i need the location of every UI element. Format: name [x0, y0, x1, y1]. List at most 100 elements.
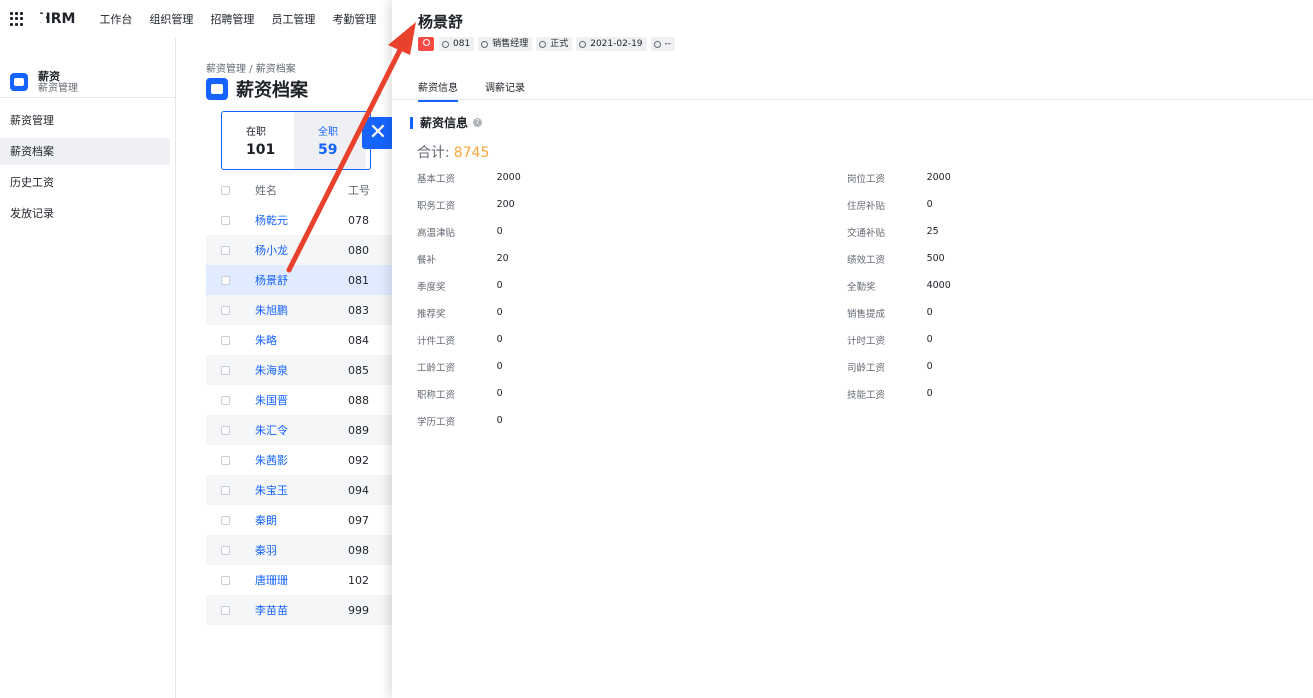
table-row[interactable]: 朱旭鹏 083 [206, 295, 392, 325]
row-checkbox[interactable] [221, 305, 230, 315]
field-value: 0 [496, 334, 503, 345]
clock-icon [539, 40, 547, 48]
row-checkbox[interactable] [221, 545, 230, 555]
table-row[interactable]: 朱国晋 088 [206, 385, 392, 415]
field-label: 基本工资 [417, 173, 456, 185]
sidebar: 薪资 薪资管理 薪资管理 薪资档案 历史工资 发放记录 [0, 38, 176, 698]
employee-name: 杨景舒 [418, 13, 464, 31]
salary-fields: 基本工资 2000 岗位工资 2000 职务工资 200 住房补贴 0 高温津贴 0 交通补贴 25 餐… [417, 164, 1277, 434]
employee-name-link[interactable]: 朱海泉 [255, 362, 348, 378]
row-checkbox[interactable] [221, 365, 230, 375]
row-checkbox[interactable] [221, 245, 230, 255]
table-row[interactable]: 秦羽 098 [206, 535, 392, 565]
employee-id: 102 [348, 573, 369, 587]
employee-name-link[interactable]: 杨小龙 [255, 242, 348, 258]
row-checkbox[interactable] [221, 485, 230, 495]
employee-name-link[interactable]: 唐珊珊 [255, 572, 348, 588]
sidebar-subtitle: 薪资管理 [38, 82, 78, 94]
table-row[interactable]: 唐珊珊 102 [206, 565, 392, 595]
table-row[interactable]: 秦朗 097 [206, 505, 392, 535]
row-checkbox[interactable] [221, 335, 230, 345]
field-value: 2000 [496, 172, 521, 183]
row-checkbox[interactable] [221, 215, 230, 225]
employee-name-link[interactable]: 李苗苗 [255, 602, 348, 618]
employee-name-link[interactable]: 朱宝玉 [255, 482, 348, 498]
sidebar-item-payment-records[interactable]: 发放记录 [0, 200, 170, 227]
employee-salary-drawer: 杨景舒 081 销售经理 正式 2021-02-19 -- 薪资信息 调薪记录 … [392, 0, 1313, 698]
table-row[interactable]: 杨乾元 078 [206, 205, 392, 235]
tag-text: 正式 [550, 39, 569, 49]
layers-icon [481, 40, 489, 48]
salary-field-row: 学历工资 0 [417, 407, 1277, 434]
field-value: 0 [496, 388, 503, 399]
employee-name-link[interactable]: 秦朗 [255, 512, 348, 528]
tag-text: 销售经理 [492, 39, 529, 49]
field-value: 0 [926, 307, 933, 318]
column-header-id: 工号 [348, 184, 370, 197]
sidebar-title: 薪资 [38, 69, 60, 83]
select-all-checkbox[interactable] [221, 185, 230, 195]
employee-name-link[interactable]: 朱茜影 [255, 452, 348, 468]
row-checkbox[interactable] [221, 575, 230, 585]
app-grid-icon[interactable] [10, 12, 23, 26]
salary-field-row: 餐补 20 绩效工资 500 [417, 245, 1277, 272]
field-label: 推荐奖 [417, 308, 446, 320]
table-row[interactable]: 朱汇令 089 [206, 415, 392, 445]
nav-attendance[interactable]: 考勤管理 [332, 11, 376, 27]
drawer-tabs: 薪资信息 调薪记录 [392, 73, 1313, 102]
nav-recruit[interactable]: 招聘管理 [210, 11, 254, 27]
table-row[interactable]: 李苗苗 999 [206, 595, 392, 625]
tag-text: 081 [453, 39, 471, 49]
employee-name-link[interactable]: 朱国晋 [255, 392, 348, 408]
table-row[interactable]: 杨景舒 081 [206, 265, 392, 295]
employee-table: 姓名 工号 杨乾元 078 杨小龙 080 杨景舒 081 朱旭鹏 083 朱略 084 朱海泉 08… [206, 175, 392, 625]
sidebar-item-salary-management[interactable]: 薪资管理 [0, 107, 170, 134]
help-icon[interactable]: ? [473, 118, 483, 127]
nav-workbench[interactable]: 工作台 [99, 11, 132, 27]
nav-employee[interactable]: 员工管理 [271, 11, 315, 27]
page-title: 薪资档案 [236, 80, 308, 101]
table-row[interactable]: 朱略 084 [206, 325, 392, 355]
table-row[interactable]: 朱宝玉 094 [206, 475, 392, 505]
tag-status: 正式 [536, 37, 573, 51]
row-checkbox[interactable] [221, 605, 230, 615]
row-checkbox[interactable] [221, 455, 230, 465]
employee-name-link[interactable]: 杨乾元 [255, 212, 348, 228]
employee-id: 097 [348, 513, 369, 527]
total-value: 8745 [453, 145, 490, 161]
table-row[interactable]: 朱海泉 085 [206, 355, 392, 385]
field-value: 4000 [926, 280, 951, 291]
employee-name-link[interactable]: 杨景舒 [255, 272, 348, 288]
sidebar-item-history-salary[interactable]: 历史工资 [0, 169, 170, 196]
employee-name-link[interactable]: 朱汇令 [255, 422, 348, 438]
stat-value: 59 [318, 142, 338, 158]
table-row[interactable]: 朱茜影 092 [206, 445, 392, 475]
field-value: 0 [496, 361, 503, 372]
row-checkbox[interactable] [221, 425, 230, 435]
field-value: 200 [496, 199, 515, 210]
employee-id: 089 [348, 423, 369, 437]
field-value: 500 [926, 253, 945, 264]
salary-field-row: 职称工资 0 技能工资 0 [417, 380, 1277, 407]
tab-salary-adjustments[interactable]: 调薪记录 [485, 79, 525, 94]
row-checkbox[interactable] [221, 275, 230, 285]
close-icon[interactable]: ✕ [362, 117, 394, 149]
stat-active[interactable]: 在职 101 [222, 112, 294, 169]
top-navbar: HRM 工作台 组织管理 招聘管理 员工管理 考勤管理 [0, 0, 392, 38]
table-row[interactable]: 杨小龙 080 [206, 235, 392, 265]
employee-name-link[interactable]: 朱略 [255, 332, 348, 348]
sidebar-item-salary-archive[interactable]: 薪资档案 [0, 138, 170, 165]
field-value: 0 [496, 226, 503, 237]
building-icon [653, 40, 661, 48]
employee-name-link[interactable]: 秦羽 [255, 542, 348, 558]
row-checkbox[interactable] [221, 395, 230, 405]
tab-salary-info[interactable]: 薪资信息 [418, 79, 458, 102]
field-label: 技能工资 [847, 389, 886, 401]
total-label: 合计: [417, 145, 450, 161]
row-checkbox[interactable] [221, 515, 230, 525]
nav-org[interactable]: 组织管理 [149, 11, 193, 27]
field-value: 0 [496, 415, 503, 426]
field-label: 住房补贴 [847, 200, 886, 212]
stat-fulltime[interactable]: 全职 59 [294, 112, 366, 169]
employee-name-link[interactable]: 朱旭鹏 [255, 302, 348, 318]
